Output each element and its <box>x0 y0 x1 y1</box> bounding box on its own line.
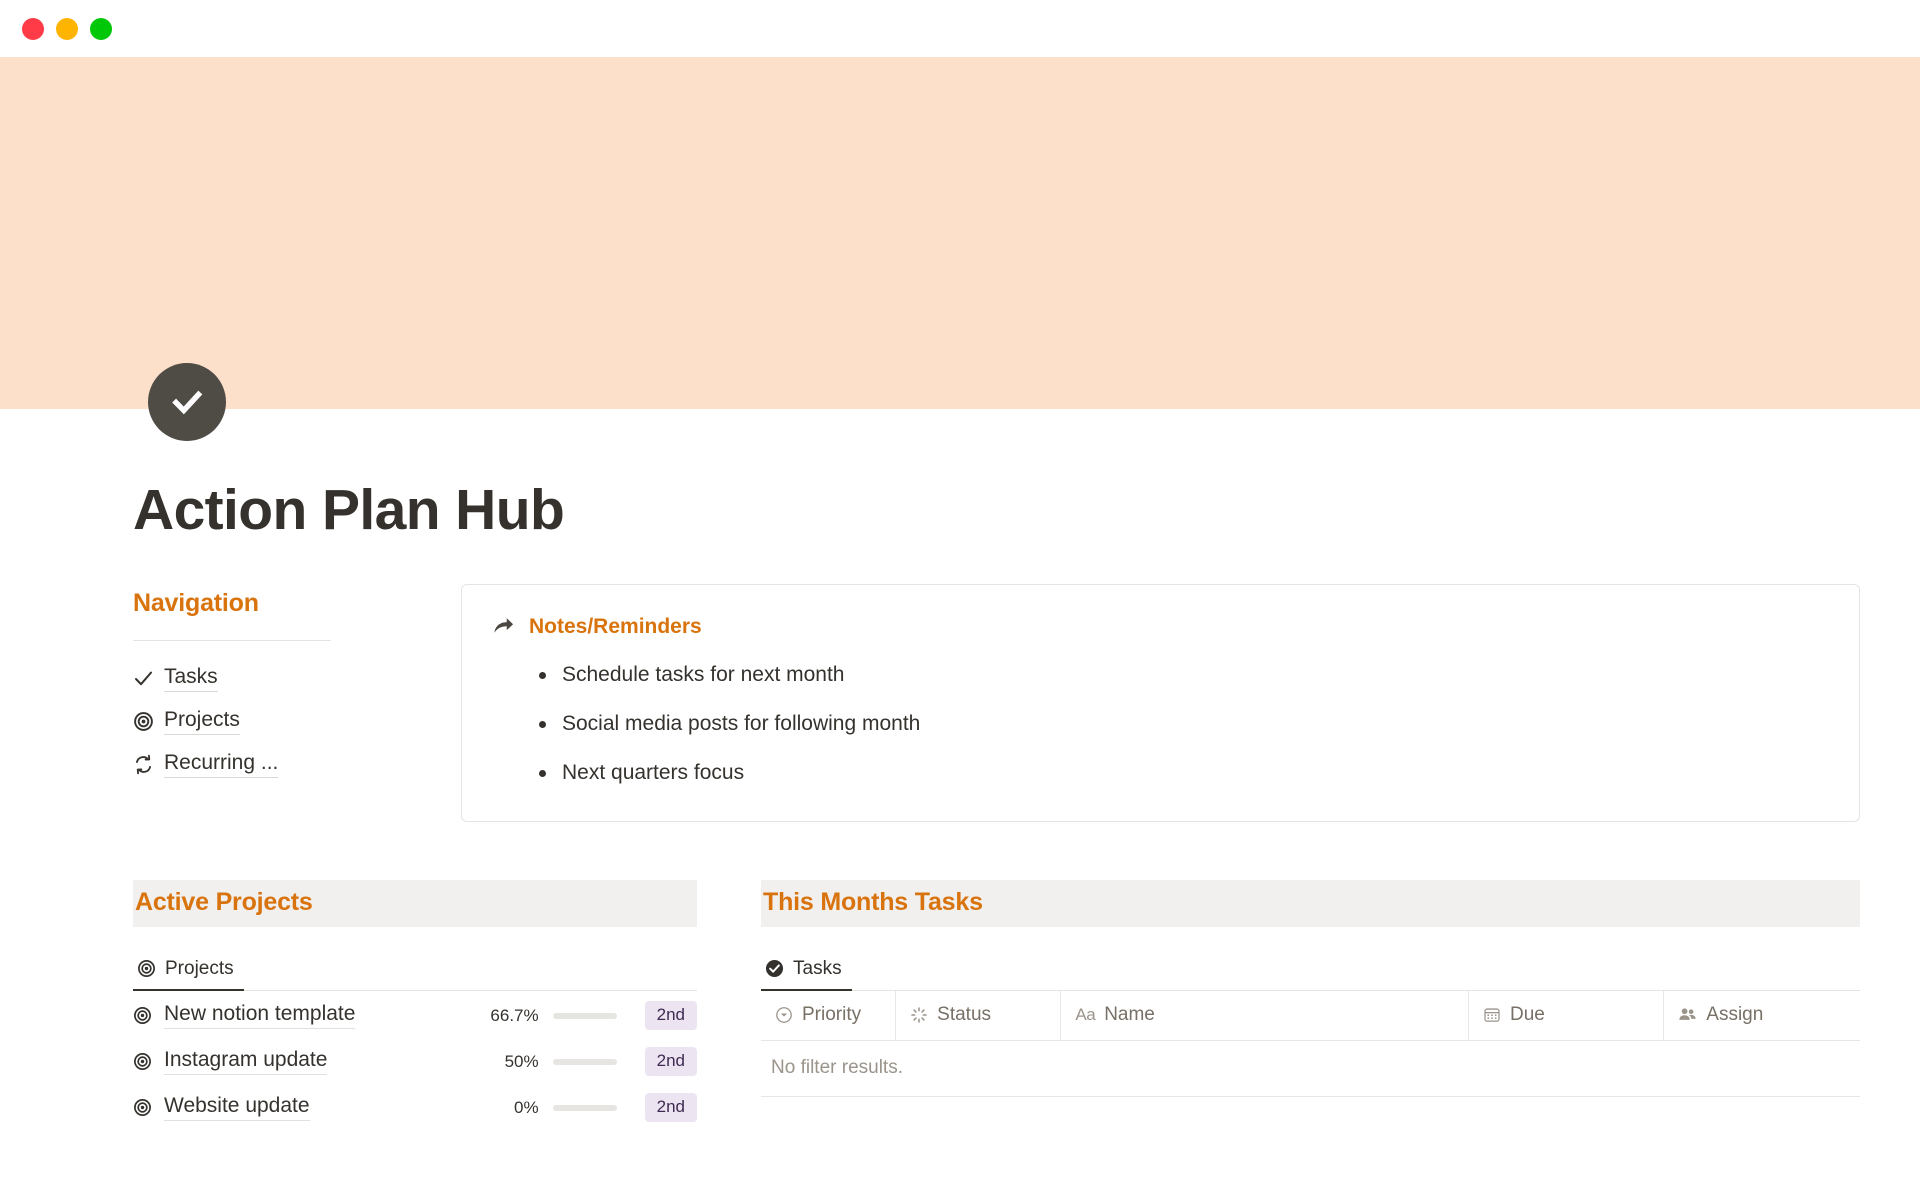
active-projects-list: New notion template 66.7% 2nd Instagram … <box>133 995 697 1129</box>
window-maximize-button[interactable] <box>90 17 112 40</box>
tasks-table-header: Priority Status Aa Name Due Assign <box>761 990 1860 1042</box>
column-header-assign[interactable]: Assign <box>1663 990 1860 1042</box>
sidebar-item-tasks[interactable]: Tasks <box>133 657 397 700</box>
calendar-icon <box>1483 1006 1501 1024</box>
months-tasks-heading: This Months Tasks <box>763 887 983 916</box>
project-progress-label: 50% <box>504 1051 539 1071</box>
project-progress-label: 66.7% <box>490 1005 539 1025</box>
target-icon <box>133 1052 154 1071</box>
sidebar-item-label: Projects <box>164 707 240 736</box>
page-cover-image[interactable] <box>0 57 1920 409</box>
status-spinner-icon <box>910 1006 928 1024</box>
status-badge: 2nd <box>644 1093 697 1123</box>
target-icon <box>133 1006 154 1025</box>
tab-label: Projects <box>165 957 234 979</box>
project-progress-bar <box>552 1012 617 1019</box>
column-header-label: Priority <box>802 1003 862 1025</box>
column-header-label: Due <box>1509 1003 1545 1025</box>
tab-tasks[interactable]: Tasks <box>761 958 852 991</box>
table-empty-row: No filter results. <box>761 1040 1860 1098</box>
notes-reminders-callout: Notes/Reminders Schedule tasks for next … <box>461 583 1860 822</box>
table-row[interactable]: Website update 0% 2nd <box>133 1087 697 1129</box>
list-item: Next quarters focus <box>536 759 1825 786</box>
window-close-button[interactable] <box>22 17 44 40</box>
window-minimize-button[interactable] <box>56 17 78 40</box>
status-badge: 2nd <box>644 1001 697 1031</box>
check-icon <box>133 668 154 689</box>
text-aa-icon: Aa <box>1075 1004 1096 1024</box>
project-progress-label: 0% <box>514 1097 539 1117</box>
callout-title: Notes/Reminders <box>529 614 702 638</box>
months-tasks-section: This Months Tasks Tasks Priority Status … <box>761 879 1860 1129</box>
navigation-list: Tasks Projects Recurring ... <box>133 657 397 786</box>
sidebar-item-projects[interactable]: Projects <box>133 700 397 743</box>
callout-bullet-list: Schedule tasks for next month Social med… <box>536 661 1825 787</box>
tasks-table-body: No filter results. <box>761 1040 1860 1098</box>
target-icon <box>133 1098 154 1117</box>
column-header-label: Status <box>937 1003 992 1025</box>
list-item: Schedule tasks for next month <box>536 661 1825 688</box>
project-name: Instagram update <box>164 1048 328 1076</box>
window-titlebar <box>0 0 1920 57</box>
sidebar-item-label: Tasks <box>164 664 218 693</box>
recurring-icon <box>133 754 154 775</box>
select-circle-icon <box>775 1006 793 1024</box>
status-badge: 2nd <box>644 1047 697 1077</box>
target-icon <box>137 959 156 978</box>
people-icon <box>1678 1005 1697 1024</box>
list-item: Social media posts for following month <box>536 710 1825 737</box>
table-row[interactable]: New notion template 66.7% 2nd <box>133 995 697 1037</box>
tab-projects[interactable]: Projects <box>133 958 244 991</box>
active-projects-section: Active Projects Projects New notion temp… <box>133 879 697 1129</box>
empty-state-message: No filter results. <box>761 1040 1860 1098</box>
top-content-row: Navigation Tasks Projects Recurring ... … <box>0 583 1920 822</box>
active-projects-heading: Active Projects <box>135 887 313 916</box>
active-projects-tabbar: Projects <box>133 947 697 991</box>
column-header-label: Assign <box>1706 1003 1764 1025</box>
check-circle-filled-icon <box>765 959 784 978</box>
column-header-priority[interactable]: Priority <box>761 990 897 1042</box>
databases-row: Active Projects Projects New notion temp… <box>0 879 1920 1129</box>
tab-label: Tasks <box>793 957 842 979</box>
navigation-divider <box>133 639 331 641</box>
column-header-due[interactable]: Due <box>1468 990 1665 1042</box>
months-tasks-tabbar: Tasks <box>761 947 1860 991</box>
active-projects-heading-band: Active Projects <box>133 879 697 927</box>
project-progress-bar <box>552 1104 617 1111</box>
table-row[interactable]: Instagram update 50% 2nd <box>133 1041 697 1083</box>
tasks-table: Priority Status Aa Name Due Assign No fi… <box>761 990 1860 1098</box>
navigation-heading: Navigation <box>133 588 259 617</box>
page-body: Action Plan Hub Navigation Tasks Project… <box>0 363 1920 1200</box>
project-name: New notion template <box>164 1002 356 1030</box>
project-progress-bar <box>552 1058 617 1065</box>
page-title: Action Plan Hub <box>133 478 565 542</box>
target-icon <box>133 711 154 732</box>
arrow-right-curve-icon <box>492 615 515 638</box>
column-header-status[interactable]: Status <box>895 990 1062 1042</box>
column-header-name[interactable]: Aa Name <box>1060 990 1469 1042</box>
sidebar-item-recurring[interactable]: Recurring ... <box>133 743 397 786</box>
table-header-row: Priority Status Aa Name Due Assign <box>761 990 1860 1042</box>
project-name: Website update <box>164 1094 310 1122</box>
sidebar-item-label: Recurring ... <box>164 750 279 779</box>
page-icon-check-circle-icon[interactable] <box>148 363 226 441</box>
callout-header: Notes/Reminders <box>492 615 1825 639</box>
months-tasks-heading-band: This Months Tasks <box>761 879 1860 927</box>
navigation-section: Navigation Tasks Projects Recurring ... <box>133 584 397 786</box>
column-header-label: Name <box>1104 1003 1155 1025</box>
